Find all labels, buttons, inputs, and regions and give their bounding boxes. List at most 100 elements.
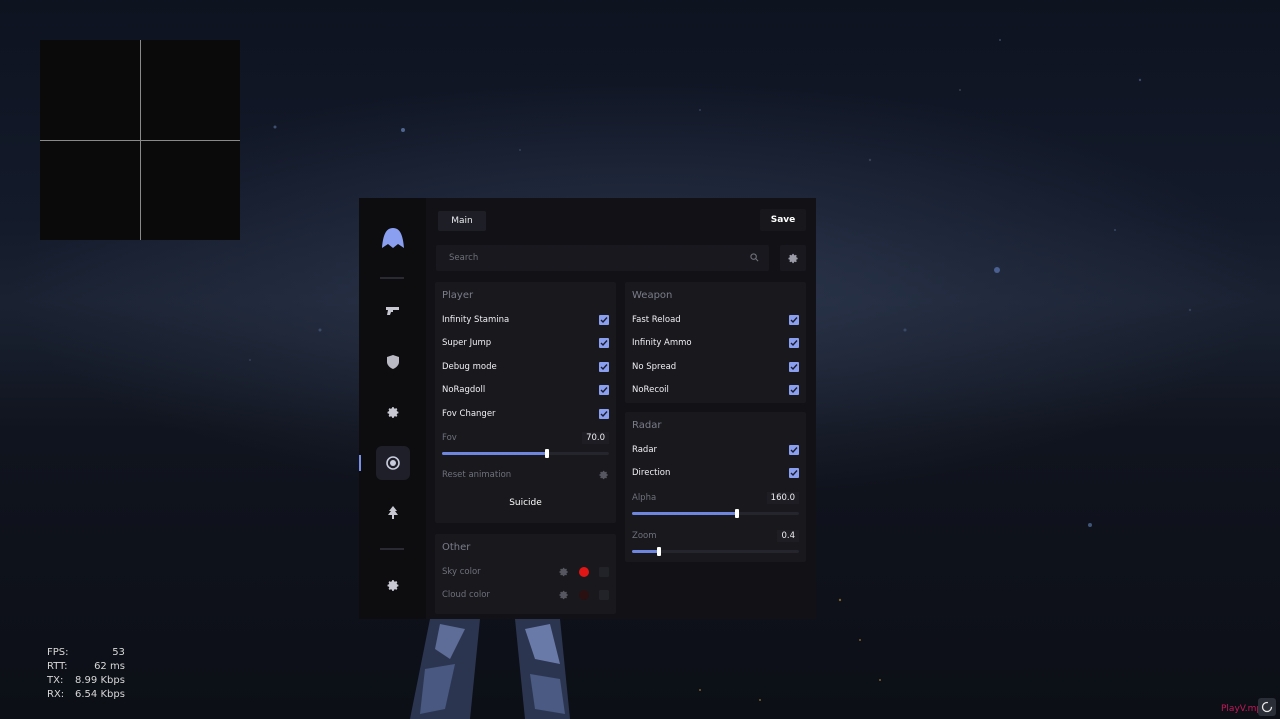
- option-fast-reload[interactable]: Fast Reload: [632, 313, 799, 327]
- checkbox[interactable]: [599, 409, 609, 419]
- slider-handle[interactable]: [656, 547, 661, 556]
- alpha-label: Alpha: [632, 493, 657, 503]
- player-title: Player: [442, 290, 474, 301]
- zoom-slider-header: Zoom 0.4: [632, 530, 799, 542]
- checkbox[interactable]: [599, 362, 609, 372]
- other-title: Other: [442, 542, 471, 553]
- fov-value[interactable]: 70.0: [582, 432, 609, 444]
- tab-main[interactable]: Main: [438, 211, 486, 231]
- option-label: Super Jump: [442, 338, 492, 348]
- option-norecoil[interactable]: NoRecoil: [632, 383, 799, 397]
- menu-content: Main Save Search Player Infinity Stamina…: [426, 198, 816, 619]
- checkbox[interactable]: [789, 385, 799, 395]
- zoom-slider[interactable]: [632, 547, 799, 556]
- logo-icon[interactable]: [376, 221, 410, 255]
- fov-label: Fov: [442, 433, 457, 443]
- option-label: Direction: [632, 468, 671, 478]
- slider-fill: [632, 512, 738, 515]
- option-label: Infinity Ammo: [632, 338, 692, 348]
- checkbox[interactable]: [789, 468, 799, 478]
- search-placeholder: Search: [449, 253, 479, 263]
- option-label: Radar: [632, 445, 658, 455]
- fov-slider[interactable]: [442, 449, 609, 458]
- other-panel: Other Sky color Cloud color: [435, 534, 616, 614]
- fps-value: 53: [112, 647, 125, 659]
- alpha-slider-header: Alpha 160.0: [632, 492, 799, 504]
- option-label: Sky color: [442, 567, 481, 577]
- checkbox[interactable]: [789, 315, 799, 325]
- checkbox[interactable]: [599, 315, 609, 325]
- fov-slider-header: Fov 70.0: [442, 432, 609, 444]
- checkbox[interactable]: [599, 338, 609, 348]
- option-label: NoRecoil: [632, 385, 669, 395]
- option-direction[interactable]: Direction: [632, 466, 799, 480]
- sidebar-divider: [380, 548, 404, 550]
- checkbox[interactable]: [789, 362, 799, 372]
- slider-handle[interactable]: [735, 509, 740, 518]
- car-icon[interactable]: [376, 495, 410, 529]
- cloud-color-toggle[interactable]: [599, 590, 609, 600]
- shield-icon[interactable]: [376, 345, 410, 379]
- option-label: Fast Reload: [632, 315, 681, 325]
- gear-icon[interactable]: [376, 395, 410, 429]
- alpha-value[interactable]: 160.0: [766, 492, 799, 504]
- save-button[interactable]: Save: [760, 209, 806, 231]
- option-infinity-ammo[interactable]: Infinity Ammo: [632, 336, 799, 350]
- checkbox[interactable]: [789, 338, 799, 348]
- suicide-button[interactable]: Suicide: [435, 498, 616, 508]
- option-label: No Spread: [632, 362, 677, 372]
- option-fov-changer[interactable]: Fov Changer: [442, 407, 609, 421]
- search-settings-button[interactable]: [780, 245, 806, 271]
- sky-color-toggle[interactable]: [599, 567, 609, 577]
- checkbox[interactable]: [599, 385, 609, 395]
- radar-panel: Radar Radar Direction Alpha 160.0 Zoom 0…: [625, 412, 806, 562]
- radar-title: Radar: [632, 420, 662, 431]
- alpha-slider[interactable]: [632, 509, 799, 518]
- option-debug-mode[interactable]: Debug mode: [442, 360, 609, 374]
- settings-gear-icon[interactable]: [376, 568, 410, 602]
- network-stats: FPS: 53 RTT: 62 ms TX: 8.99 Kbps RX: 6.54 Kb…: [47, 646, 125, 702]
- refresh-icon: [1261, 701, 1273, 713]
- option-no-spread[interactable]: No Spread: [632, 360, 799, 374]
- rtt-key: RTT:: [47, 661, 68, 673]
- active-indicator: [359, 455, 361, 471]
- rx-key: RX:: [47, 689, 65, 701]
- cloud-color-swatch[interactable]: [579, 590, 589, 600]
- option-sky-color[interactable]: Sky color: [442, 565, 609, 579]
- watermark: PlayV.mp: [1221, 704, 1263, 714]
- tx-value: 8.99 Kbps: [75, 675, 125, 687]
- option-label: NoRagdoll: [442, 385, 486, 395]
- option-cloud-color[interactable]: Cloud color: [442, 588, 609, 602]
- zoom-value[interactable]: 0.4: [777, 530, 799, 542]
- option-label: Debug mode: [442, 362, 497, 372]
- minimap: [40, 40, 240, 240]
- zoom-label: Zoom: [632, 531, 657, 541]
- gear-icon: [787, 253, 798, 263]
- gear-icon[interactable]: [559, 590, 569, 600]
- search-input[interactable]: Search: [436, 245, 769, 271]
- target-icon[interactable]: [376, 446, 410, 480]
- sky-color-swatch[interactable]: [579, 567, 589, 577]
- slider-fill: [632, 550, 659, 553]
- rtt-value: 62 ms: [94, 661, 125, 673]
- player-panel: Player Infinity Stamina Super Jump Debug…: [435, 282, 616, 523]
- weapon-title: Weapon: [632, 290, 673, 301]
- weapon-panel: Weapon Fast Reload Infinity Ammo No Spre…: [625, 282, 806, 403]
- checkbox[interactable]: [789, 445, 799, 455]
- option-noragdoll[interactable]: NoRagdoll: [442, 383, 609, 397]
- minimap-crosshair-vertical: [140, 40, 141, 240]
- option-radar[interactable]: Radar: [632, 443, 799, 457]
- sidebar: [359, 198, 426, 619]
- gear-icon[interactable]: [559, 567, 569, 577]
- option-label: Cloud color: [442, 590, 490, 600]
- slider-fill: [442, 452, 548, 455]
- loading-indicator[interactable]: [1258, 698, 1276, 716]
- fps-key: FPS:: [47, 647, 69, 659]
- option-reset-animation[interactable]: Reset animation: [442, 468, 609, 482]
- option-super-jump[interactable]: Super Jump: [442, 336, 609, 350]
- option-label: Fov Changer: [442, 409, 496, 419]
- gear-icon[interactable]: [599, 470, 609, 480]
- option-infinity-stamina[interactable]: Infinity Stamina: [442, 313, 609, 327]
- gun-icon[interactable]: [376, 294, 410, 328]
- slider-handle[interactable]: [545, 449, 550, 458]
